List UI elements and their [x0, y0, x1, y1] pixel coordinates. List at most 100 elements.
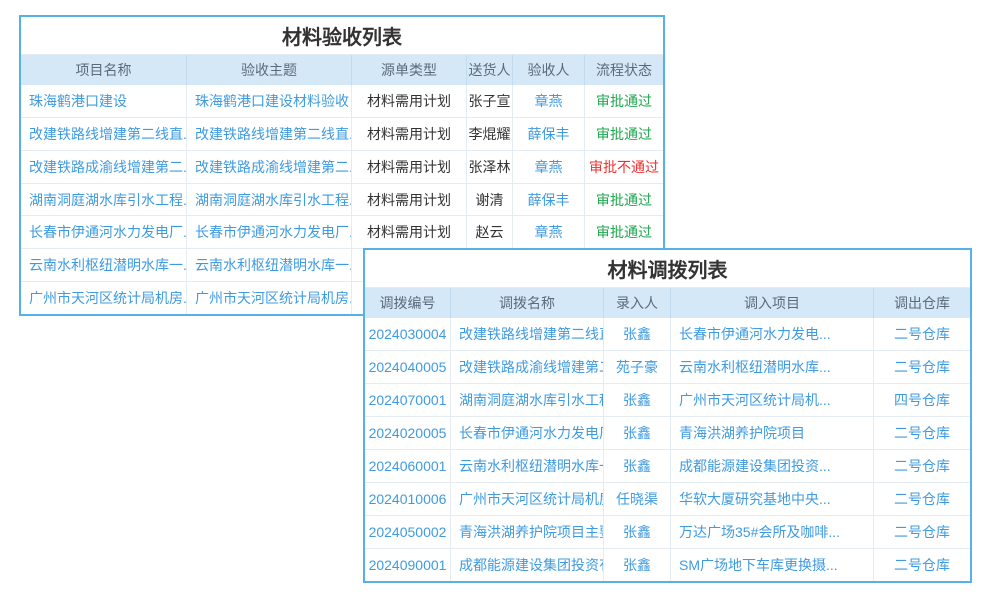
col-header-project-in: 调入项目 — [671, 288, 874, 318]
cell-deliverer: 张子宣 — [467, 85, 513, 117]
table-row[interactable]: 湖南洞庭湖水库引水工程... 湖南洞庭湖水库引水工程... 材料需用计划 谢清 … — [21, 183, 663, 216]
cell-project-in: 万达广场35#会所及咖啡... — [671, 516, 874, 548]
table-row[interactable]: 长春市伊通河水力发电厂... 长春市伊通河水力发电厂... 材料需用计划 赵云 … — [21, 215, 663, 248]
cell-source-type: 材料需用计划 — [352, 216, 467, 248]
cell-transfer-no[interactable]: 2024010006 — [365, 483, 451, 515]
cell-transfer-name[interactable]: 湖南洞庭湖水库引水工程施工... — [451, 384, 604, 416]
cell-source-type: 材料需用计划 — [352, 118, 467, 150]
transfer-table-header-row: 调拨编号 调拨名称 录入人 调入项目 调出仓库 — [365, 288, 970, 318]
table-row[interactable]: 2024030004 改建铁路线增建第二线直通线... 张鑫 长春市伊通河水力发… — [365, 318, 970, 350]
cell-acceptor[interactable]: 薛保丰 — [513, 118, 585, 150]
cell-project-name[interactable]: 改建铁路成渝线增建第二... — [21, 151, 187, 183]
table-row[interactable]: 2024020005 长春市伊通河水力发电厂改建... 张鑫 青海洪湖养护院项目… — [365, 416, 970, 449]
cell-source-type: 材料需用计划 — [352, 85, 467, 117]
cell-deliverer: 李焜耀 — [467, 118, 513, 150]
table-row[interactable]: 2024040005 改建铁路成渝线增建第二直通... 苑子豪 云南水利枢纽潜明… — [365, 350, 970, 383]
cell-acceptor[interactable]: 章燕 — [513, 85, 585, 117]
cell-acceptor[interactable]: 章燕 — [513, 216, 585, 248]
col-header-warehouse-out: 调出仓库 — [874, 288, 970, 318]
table-row[interactable]: 2024050002 青海洪湖养护院项目主要材料... 张鑫 万达广场35#会所… — [365, 515, 970, 548]
acceptance-table-title: 材料验收列表 — [21, 17, 663, 55]
cell-project-in: 长春市伊通河水力发电... — [671, 318, 874, 350]
cell-warehouse-out: 二号仓库 — [874, 318, 970, 350]
col-header-deliverer: 送货人 — [467, 55, 513, 85]
cell-project-name[interactable]: 改建铁路线增建第二线直... — [21, 118, 187, 150]
cell-warehouse-out: 四号仓库 — [874, 384, 970, 416]
cell-acceptance-subject[interactable]: 改建铁路线增建第二线直... — [187, 118, 352, 150]
cell-transfer-name[interactable]: 青海洪湖养护院项目主要材料... — [451, 516, 604, 548]
cell-transfer-no[interactable]: 2024070001 — [365, 384, 451, 416]
col-header-acceptance-subject: 验收主题 — [187, 55, 352, 85]
cell-warehouse-out: 二号仓库 — [874, 516, 970, 548]
cell-transfer-no[interactable]: 2024050002 — [365, 516, 451, 548]
transfer-table-title: 材料调拨列表 — [365, 250, 970, 288]
table-row[interactable]: 2024090001 成都能源建设集团投资有限公... 张鑫 SM广场地下车库更… — [365, 548, 970, 581]
cell-acceptance-subject[interactable]: 广州市天河区统计局机房... — [187, 282, 352, 314]
cell-project-name[interactable]: 云南水利枢纽潜明水库一... — [21, 249, 187, 281]
table-row[interactable]: 珠海鹤港口建设 珠海鹤港口建设材料验收 材料需用计划 张子宣 章燕 审批通过 — [21, 85, 663, 117]
cell-acceptance-subject[interactable]: 改建铁路成渝线增建第二... — [187, 151, 352, 183]
cell-project-name[interactable]: 长春市伊通河水力发电厂... — [21, 216, 187, 248]
cell-project-in: 青海洪湖养护院项目 — [671, 417, 874, 449]
cell-project-name[interactable]: 湖南洞庭湖水库引水工程... — [21, 184, 187, 216]
cell-transfer-name[interactable]: 广州市天河区统计局机房改造... — [451, 483, 604, 515]
cell-entered-by: 苑子豪 — [604, 351, 671, 383]
table-row[interactable]: 改建铁路线增建第二线直... 改建铁路线增建第二线直... 材料需用计划 李焜耀… — [21, 117, 663, 150]
cell-flow-status: 审批通过 — [585, 216, 663, 248]
cell-acceptor[interactable]: 薛保丰 — [513, 184, 585, 216]
cell-entered-by: 张鑫 — [604, 384, 671, 416]
cell-transfer-name[interactable]: 云南水利枢纽潜明水库一期工... — [451, 450, 604, 482]
col-header-source-type: 源单类型 — [352, 55, 467, 85]
cell-acceptance-subject[interactable]: 云南水利枢纽潜明水库一... — [187, 249, 352, 281]
cell-flow-status: 审批通过 — [585, 85, 663, 117]
table-row[interactable]: 改建铁路成渝线增建第二... 改建铁路成渝线增建第二... 材料需用计划 张泽林… — [21, 150, 663, 183]
cell-warehouse-out: 二号仓库 — [874, 417, 970, 449]
col-header-acceptor: 验收人 — [513, 55, 585, 85]
col-header-project-name: 项目名称 — [21, 55, 187, 85]
cell-transfer-name[interactable]: 改建铁路线增建第二线直通线... — [451, 318, 604, 350]
cell-warehouse-out: 二号仓库 — [874, 351, 970, 383]
cell-transfer-name[interactable]: 改建铁路成渝线增建第二直通... — [451, 351, 604, 383]
cell-flow-status: 审批通过 — [585, 184, 663, 216]
cell-entered-by: 任晓渠 — [604, 483, 671, 515]
cell-flow-status: 审批通过 — [585, 118, 663, 150]
cell-acceptance-subject[interactable]: 长春市伊通河水力发电厂... — [187, 216, 352, 248]
cell-entered-by: 张鑫 — [604, 318, 671, 350]
cell-acceptance-subject[interactable]: 珠海鹤港口建设材料验收 — [187, 85, 352, 117]
col-header-flow-status: 流程状态 — [585, 55, 663, 85]
cell-acceptor[interactable]: 章燕 — [513, 151, 585, 183]
cell-warehouse-out: 二号仓库 — [874, 549, 970, 581]
cell-entered-by: 张鑫 — [604, 516, 671, 548]
cell-entered-by: 张鑫 — [604, 450, 671, 482]
cell-entered-by: 张鑫 — [604, 417, 671, 449]
cell-project-in: 云南水利枢纽潜明水库... — [671, 351, 874, 383]
cell-project-in: 成都能源建设集团投资... — [671, 450, 874, 482]
cell-transfer-name[interactable]: 长春市伊通河水力发电厂改建... — [451, 417, 604, 449]
cell-deliverer: 谢清 — [467, 184, 513, 216]
cell-source-type: 材料需用计划 — [352, 151, 467, 183]
cell-acceptance-subject[interactable]: 湖南洞庭湖水库引水工程... — [187, 184, 352, 216]
cell-transfer-no[interactable]: 2024060001 — [365, 450, 451, 482]
table-row[interactable]: 2024070001 湖南洞庭湖水库引水工程施工... 张鑫 广州市天河区统计局… — [365, 383, 970, 416]
table-row[interactable]: 2024010006 广州市天河区统计局机房改造... 任晓渠 华软大厦研究基地… — [365, 482, 970, 515]
acceptance-table-header-row: 项目名称 验收主题 源单类型 送货人 验收人 流程状态 — [21, 55, 663, 85]
cell-transfer-no[interactable]: 2024090001 — [365, 549, 451, 581]
cell-project-name[interactable]: 广州市天河区统计局机房... — [21, 282, 187, 314]
cell-flow-status: 审批不通过 — [585, 151, 663, 183]
transfer-table-panel: 材料调拨列表 调拨编号 调拨名称 录入人 调入项目 调出仓库 202403000… — [363, 248, 972, 583]
cell-entered-by: 张鑫 — [604, 549, 671, 581]
col-header-transfer-name: 调拨名称 — [451, 288, 604, 318]
cell-transfer-name[interactable]: 成都能源建设集团投资有限公... — [451, 549, 604, 581]
cell-project-name[interactable]: 珠海鹤港口建设 — [21, 85, 187, 117]
cell-project-in: 广州市天河区统计局机... — [671, 384, 874, 416]
cell-source-type: 材料需用计划 — [352, 184, 467, 216]
cell-transfer-no[interactable]: 2024030004 — [365, 318, 451, 350]
cell-transfer-no[interactable]: 2024040005 — [365, 351, 451, 383]
transfer-table-body: 2024030004 改建铁路线增建第二线直通线... 张鑫 长春市伊通河水力发… — [365, 318, 970, 581]
col-header-transfer-no: 调拨编号 — [365, 288, 451, 318]
cell-project-in: 华软大厦研究基地中央... — [671, 483, 874, 515]
cell-warehouse-out: 二号仓库 — [874, 450, 970, 482]
table-row[interactable]: 2024060001 云南水利枢纽潜明水库一期工... 张鑫 成都能源建设集团投… — [365, 449, 970, 482]
cell-deliverer: 赵云 — [467, 216, 513, 248]
cell-transfer-no[interactable]: 2024020005 — [365, 417, 451, 449]
